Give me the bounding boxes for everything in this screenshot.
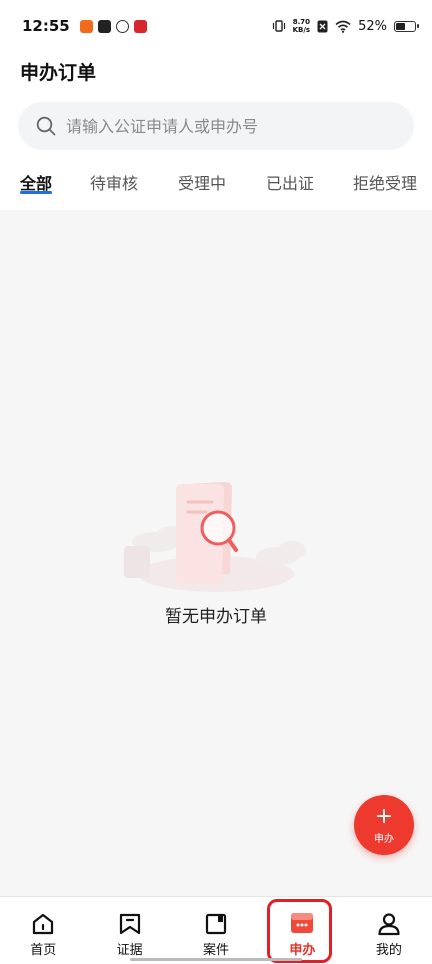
empty-message: 暂无申办订单 [165,607,267,627]
nav-item-home[interactable]: 首页 [0,897,86,964]
vibrate-icon [272,20,285,32]
net-speed-unit: KB/s [292,26,311,34]
nav-item-evidence[interactable]: 证据 [86,897,172,964]
nav-label: 案件 [203,943,230,958]
status-bar: 12:55 8.70 KB/s 52% [0,0,432,52]
nav-label: 申办 [289,943,316,958]
tab-label: 已出证 [266,174,315,193]
page-title: 申办订单 [20,62,97,84]
search-input[interactable] [66,116,386,136]
tab-pending-review[interactable]: 待审核 [90,162,138,194]
home-indicator[interactable] [130,958,302,961]
tab-label: 待审核 [90,174,139,193]
battery-level [396,22,405,30]
tab-label: 拒绝受理 [353,174,418,193]
status-right: 8.70 KB/s 52% [272,18,419,34]
status-tabs: 全部 待审核 受理中 已出证 拒绝受理 [0,162,432,210]
header: 申办订单 全部 待审核 受理中 已出证 拒绝受理 [0,52,432,210]
nav-label: 首页 [30,943,57,958]
tab-all[interactable]: 全部 [20,162,53,194]
nav-label: 我的 [375,943,402,958]
link-app-icon [115,19,129,33]
app-notification-icon [79,19,93,33]
battery-icon [394,20,419,32]
net-speed-value: 8.70 [292,18,310,26]
nav-item-cases[interactable]: 案件 [173,897,259,964]
battery-text: 52% [358,18,387,34]
net-speed: 8.70 KB/s [293,18,310,34]
tab-certified[interactable]: 已出证 [266,162,314,194]
nav-label: 证据 [116,943,143,958]
nav-item-apply[interactable]: 申办 [259,897,345,964]
news-app-icon [133,19,147,33]
bookmark-icon [119,913,140,935]
apply-icon [291,913,314,933]
fab-label: 申办 [374,834,394,845]
screen: 12:55 8.70 KB/s 52% 申办订单 请输入公证申请人或申办号 全部… [0,0,432,964]
user-icon [378,913,400,936]
tab-rejected[interactable]: 拒绝受理 [353,162,417,194]
video-app-icon [97,19,111,33]
empty-document-search-icon [124,482,306,592]
search-icon [36,116,56,136]
tab-processing[interactable]: 受理中 [178,162,226,194]
search-bar[interactable] [18,102,414,150]
tab-active-indicator [20,191,53,194]
wifi-icon [335,20,351,33]
bottom-nav: 首页 证据 案件 申办 我的 [0,896,432,964]
empty-state: 暂无申办订单 [0,470,432,627]
tab-label: 受理中 [178,174,227,193]
home-icon [33,913,54,935]
folder-icon [205,913,227,935]
status-time: 12:55 [22,17,70,35]
nav-item-mine[interactable]: 我的 [346,897,432,964]
apply-fab-button[interactable]: + 申办 [354,795,414,855]
plus-icon: + [374,804,394,829]
sim-icon [317,20,328,32]
